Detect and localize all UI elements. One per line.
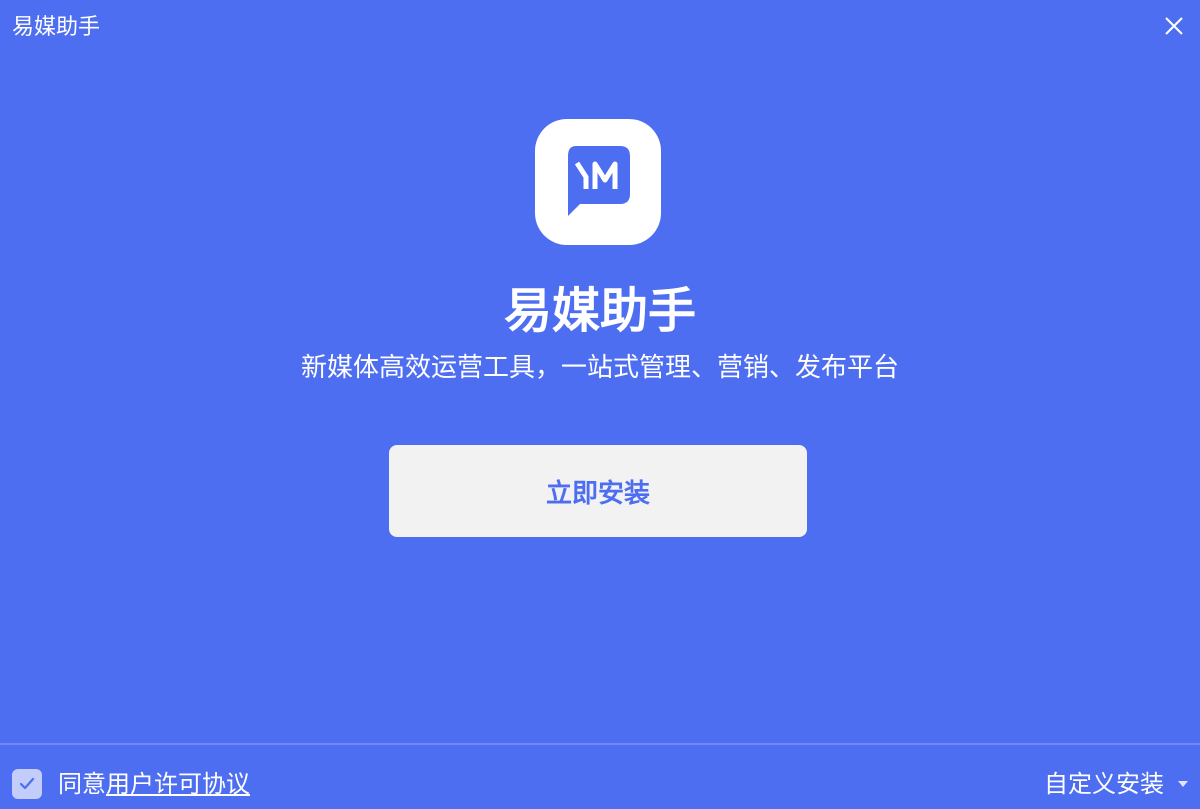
close-icon — [1165, 17, 1183, 35]
caret-down-icon — [1178, 781, 1188, 787]
app-logo — [535, 119, 661, 245]
checkmark-icon — [19, 777, 35, 790]
agree-label: 同意 — [58, 770, 106, 798]
installer-window: 易媒助手 易媒助手 新媒体高效运营工具，一站式管理、营销、发布平台 立即安装 同… — [0, 0, 1200, 809]
title-bar: 易媒助手 — [0, 0, 1200, 56]
ym-logo-icon — [568, 146, 630, 216]
install-now-button[interactable]: 立即安装 — [389, 445, 807, 537]
license-agreement-link[interactable]: 用户许可协议 — [106, 768, 250, 800]
window-title: 易媒助手 — [12, 15, 101, 40]
custom-install-button[interactable]: 自定义安装 — [1044, 766, 1188, 802]
custom-install-label: 自定义安装 — [1044, 770, 1164, 798]
app-tagline: 新媒体高效运营工具，一站式管理、营销、发布平台 — [300, 353, 899, 383]
agree-checkbox[interactable] — [12, 769, 42, 799]
close-button[interactable] — [1158, 10, 1190, 42]
app-name: 易媒助手 — [503, 283, 696, 339]
footer-divider — [0, 743, 1200, 745]
license-agreement: 同意 用户许可协议 — [12, 766, 250, 802]
